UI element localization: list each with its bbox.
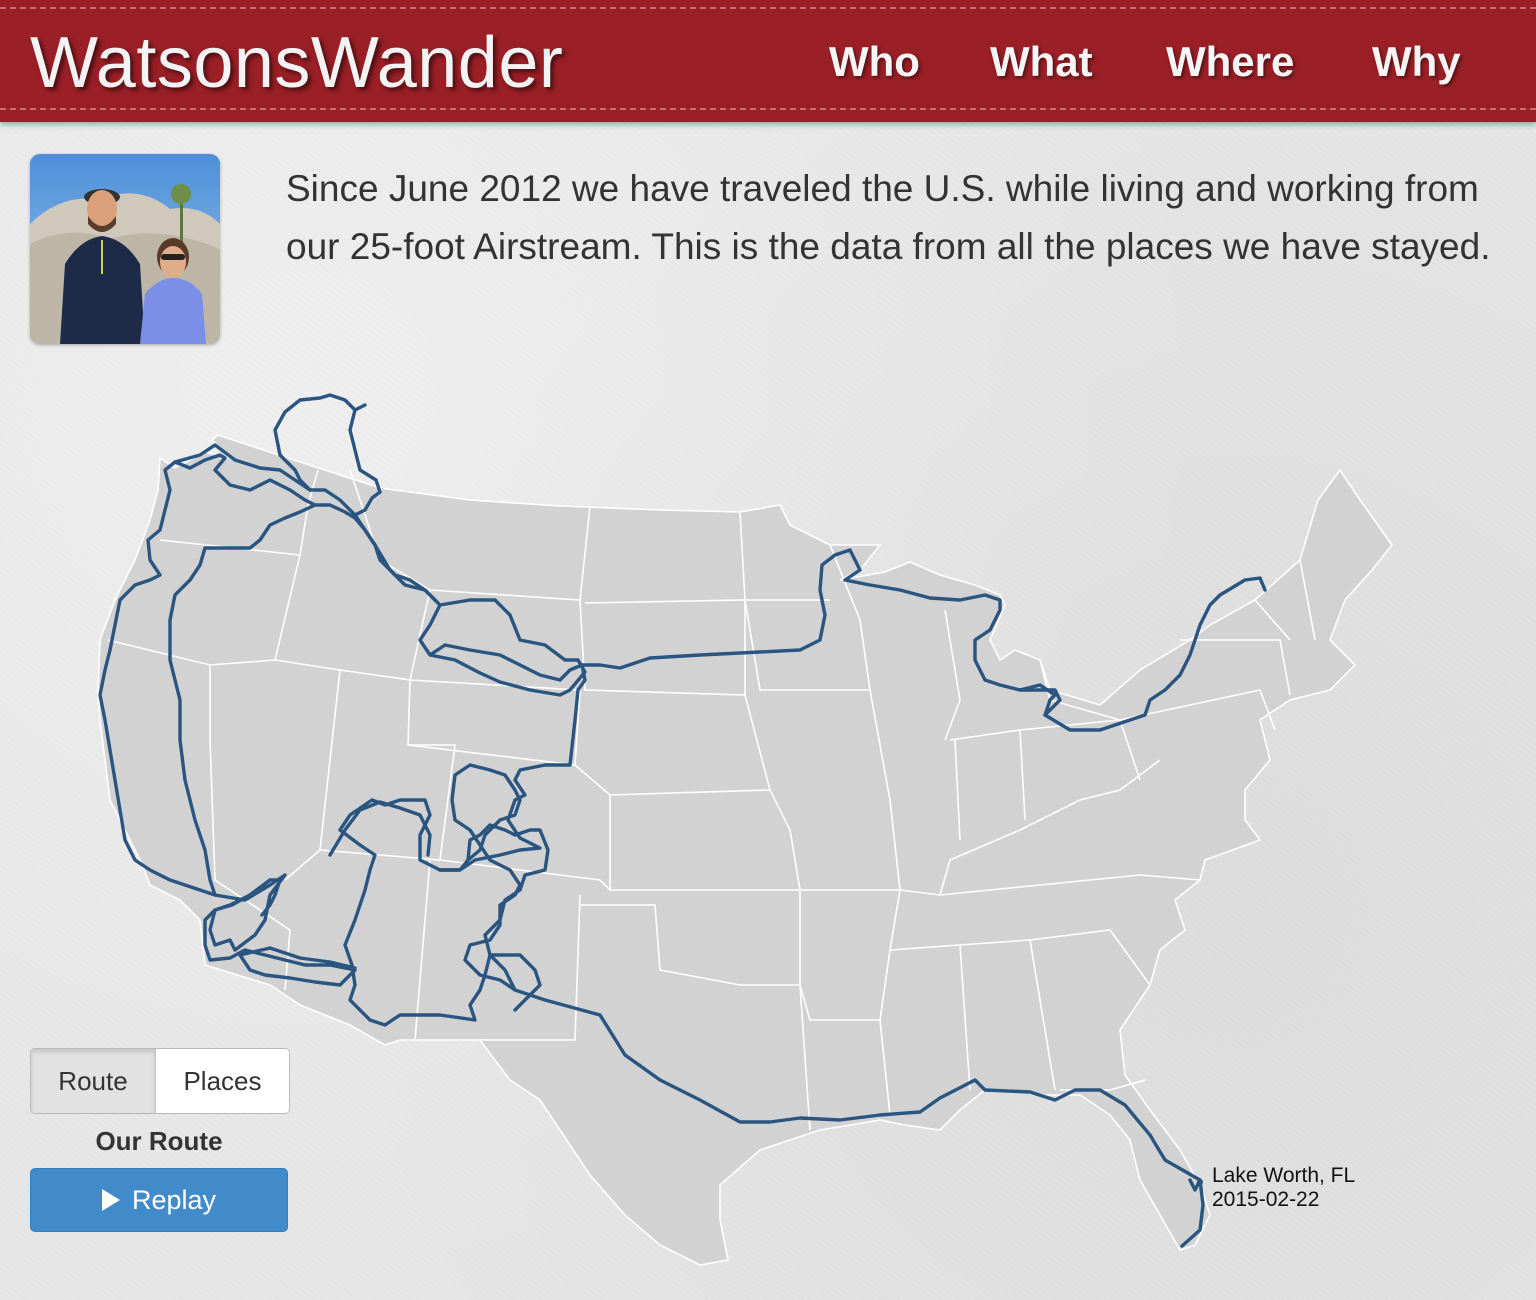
replay-label: Replay	[131, 1184, 217, 1215]
play-icon	[101, 1189, 120, 1211]
last-stop-marker: Lake Worth, FL 2015-02-22	[1197, 1164, 1355, 1211]
replay-button[interactable]: Replay	[30, 1168, 288, 1232]
view-toggle: Route Places	[30, 1048, 290, 1114]
last-stop-date: 2015-02-22	[1212, 1188, 1319, 1211]
tab-places[interactable]: Places	[156, 1049, 289, 1113]
last-stop-place: Lake Worth, FL	[1212, 1164, 1355, 1187]
tab-route[interactable]: Route	[31, 1049, 156, 1113]
route-caption: Our Route	[95, 1126, 223, 1156]
us-landmass	[97, 434, 1394, 1266]
